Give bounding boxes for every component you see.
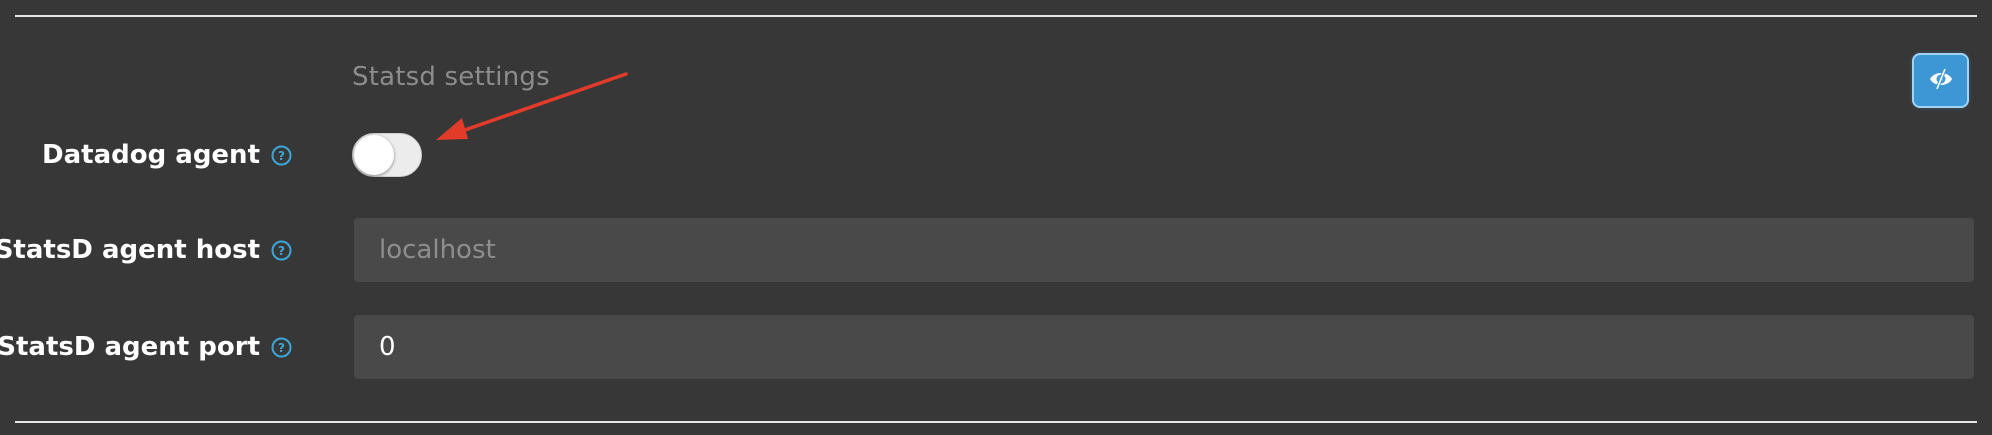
- datadog-agent-label: Datadog agent: [42, 140, 260, 170]
- svg-text:?: ?: [278, 244, 285, 258]
- question-circle-icon[interactable]: ?: [271, 145, 292, 166]
- statsd-port-input[interactable]: [354, 315, 1974, 379]
- top-divider: [15, 15, 1977, 17]
- statsd-host-row-label: StatsD agent host ?: [0, 228, 292, 272]
- question-circle-icon[interactable]: ?: [271, 337, 292, 358]
- section-title: Statsd settings: [352, 62, 550, 92]
- statsd-host-input[interactable]: [354, 218, 1974, 282]
- toggle-knob: [354, 135, 394, 175]
- datadog-agent-row-label: Datadog agent ?: [42, 133, 292, 177]
- bottom-divider: [15, 421, 1977, 423]
- datadog-agent-toggle[interactable]: [352, 133, 422, 177]
- statsd-port-row-label: StatsD agent port ?: [0, 325, 292, 369]
- toggle-view-button[interactable]: [1914, 55, 1967, 106]
- statsd-host-label: StatsD agent host: [0, 235, 260, 265]
- eye-slash-icon: [1928, 67, 1954, 94]
- svg-text:?: ?: [278, 341, 285, 355]
- svg-text:?: ?: [278, 149, 285, 163]
- statsd-port-label: StatsD agent port: [0, 332, 260, 362]
- question-circle-icon[interactable]: ?: [271, 240, 292, 261]
- statsd-settings-panel: Statsd settings Datadog agent ? StatsD a…: [0, 0, 1992, 435]
